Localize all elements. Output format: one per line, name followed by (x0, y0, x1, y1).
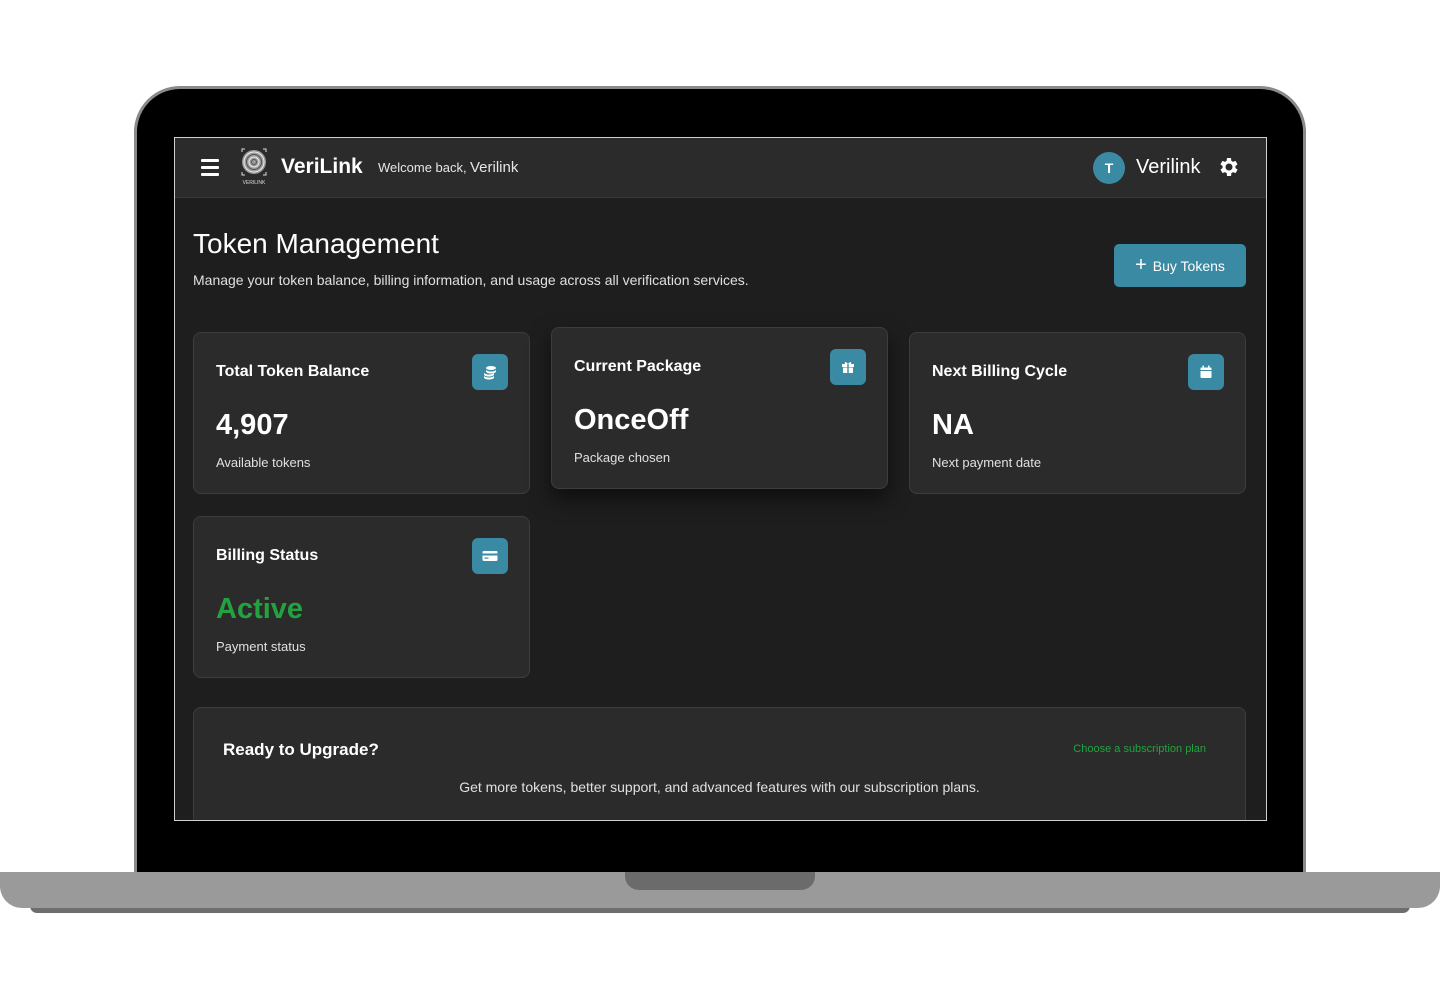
card-caption: Available tokens (216, 455, 311, 470)
upgrade-title: Ready to Upgrade? (223, 740, 379, 759)
buy-tokens-button[interactable]: + Buy Tokens (1114, 244, 1246, 287)
token-balance-card: Total Token Balance 4,907 Available toke… (193, 332, 530, 494)
coins-icon (472, 354, 508, 390)
upgrade-description: Get more tokens, better support, and adv… (459, 779, 980, 795)
page-title: Token Management (193, 228, 439, 259)
buy-tokens-label: Buy Tokens (1152, 257, 1225, 274)
welcome-text: Welcome back, (378, 160, 467, 175)
menu-icon[interactable] (201, 159, 219, 176)
card-caption: Payment status (216, 639, 306, 654)
current-package-value: OnceOff (574, 404, 689, 436)
top-navbar: VERILINK VeriLink Welcome back, Verilink… (175, 138, 1266, 198)
next-billing-card: Next Billing Cycle NA Next payment date (909, 332, 1246, 494)
user-name[interactable]: Verilink (1136, 156, 1200, 179)
card-title: Current Package (574, 358, 702, 375)
upgrade-panel: Ready to Upgrade? Choose a subscription … (193, 707, 1246, 820)
calendar-icon (1188, 354, 1224, 390)
card-title: Total Token Balance (216, 363, 370, 380)
card-title: Next Billing Cycle (932, 363, 1068, 380)
logo-text: VERILINK (243, 180, 266, 186)
current-package-card: Current Package OnceOff Package chosen (551, 327, 888, 489)
avatar[interactable]: T (1093, 152, 1125, 184)
card-title: Billing Status (216, 547, 319, 564)
gift-icon (830, 349, 866, 385)
gear-icon[interactable] (1217, 155, 1241, 179)
page-subtitle: Manage your token balance, billing infor… (193, 272, 749, 288)
welcome-user-name: Verilink (470, 159, 519, 176)
card-caption: Package chosen (574, 450, 671, 465)
token-balance-value: 4,907 (216, 409, 289, 441)
laptop-notch (625, 872, 815, 890)
plus-icon: + (1135, 253, 1147, 276)
billing-status-value: Active (216, 593, 304, 625)
brand-name[interactable]: VeriLink (281, 155, 363, 179)
credit-card-icon (472, 538, 508, 574)
next-billing-value: NA (932, 409, 974, 441)
card-caption: Next payment date (932, 455, 1042, 470)
fingerprint-logo-icon: VERILINK (239, 148, 269, 186)
app-screen: VERILINK VeriLink Welcome back, Verilink… (174, 137, 1267, 821)
choose-plan-link[interactable]: Choose a subscription plan (1073, 743, 1206, 755)
billing-status-card: Billing Status Active Payment status (193, 516, 530, 678)
